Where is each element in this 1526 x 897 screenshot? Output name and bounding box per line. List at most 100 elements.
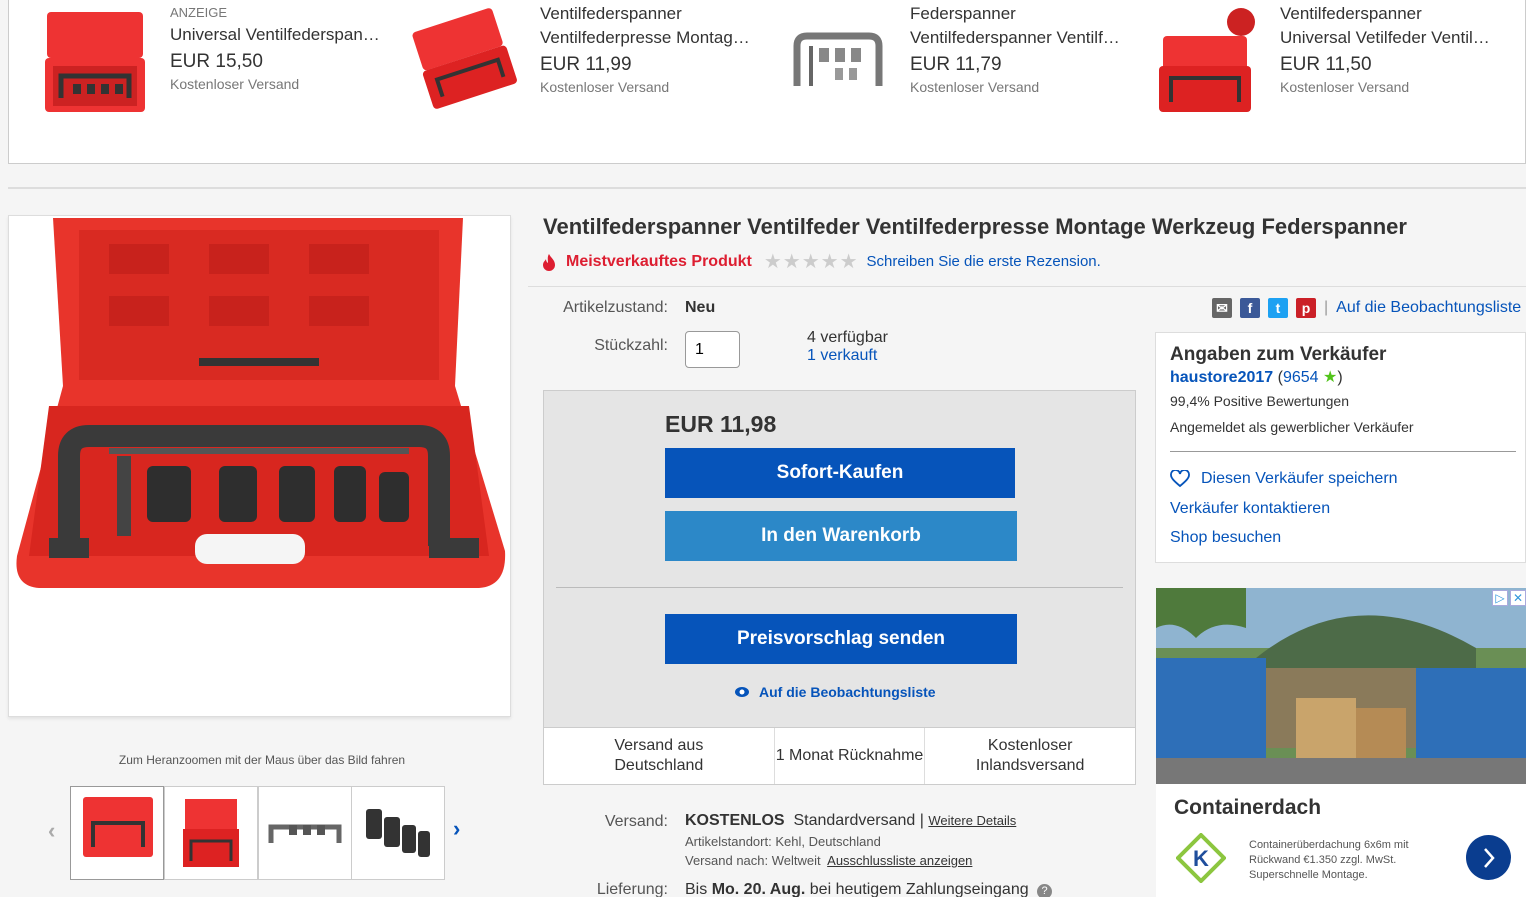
carousel-item-shipping: Kostenloser Versand (910, 79, 1040, 95)
page-title: Ventilfederspanner Ventilfeder Ventilfed… (543, 214, 1407, 239)
quantity-input[interactable] (685, 331, 740, 368)
sold-count-link[interactable]: 1 verkauft (807, 347, 888, 365)
ship-to: Versand nach: Weltweit Ausschlussliste a… (685, 853, 972, 868)
product-thumbnail-icon[interactable] (1149, 6, 1261, 118)
delivery-post: bei heutigem Zahlungseingang (809, 881, 1029, 897)
condition-label: Artikelzustand: (563, 299, 668, 316)
pinterest-icon[interactable]: p (1296, 298, 1316, 318)
contact-seller-link[interactable]: Verkäufer kontaktieren (1170, 500, 1330, 518)
adchoices-icon[interactable]: ▷ (1492, 590, 1508, 606)
zoom-hint: Zum Heranzoomen mit der Maus über das Bi… (118, 753, 406, 767)
facebook-icon[interactable]: f (1240, 298, 1260, 318)
star-icon: ★ (1323, 369, 1338, 386)
carousel-item-price: EUR 11,50 (1280, 54, 1372, 75)
availability: 4 verfügbar 1 verkauft (807, 329, 888, 365)
carousel-item-shipping: Kostenloser Versand (170, 76, 300, 92)
shipping-info: KOSTENLOS Standardversand | Weitere Deta… (685, 812, 1016, 830)
ad-next-button[interactable] (1466, 835, 1511, 880)
close-icon[interactable]: ✕ (1510, 590, 1526, 606)
seller-feedback-count[interactable]: 9654 (1283, 369, 1319, 386)
watchlist-label: Auf die Beobachtungsliste (759, 684, 936, 700)
thumbnail-image (183, 799, 239, 867)
ad-panel[interactable]: ▷ ✕ Containerdach K Containerüberdachung… (1156, 588, 1526, 897)
carousel-item-title-line1[interactable]: Federspanner (910, 2, 1130, 26)
shipping-type: Standardversand | (793, 812, 924, 829)
save-seller-button[interactable]: Diesen Verkäufer speichern (1170, 470, 1398, 488)
chevron-left-icon[interactable]: ‹ (48, 818, 55, 844)
watchlist-link[interactable]: Auf die Beobachtungsliste (1336, 299, 1521, 317)
make-offer-button[interactable]: Preisvorschlag senden (665, 614, 1017, 664)
thumbnail-image (366, 809, 430, 857)
bestseller-row: Meistverkauftes Produkt ★★★★★ Schreiben … (540, 249, 1101, 274)
delivery-info: Bis Mo. 20. Aug. bei heutigem Zahlungsei… (685, 881, 1053, 897)
section-divider (8, 187, 1526, 189)
feature-free-shipping: Kostenloser Inlandsversand (975, 737, 1085, 774)
heart-icon (1170, 470, 1190, 488)
help-icon[interactable]: ? (1037, 884, 1053, 897)
carousel-item-title[interactable]: Ventilfederpresse Montag… (540, 26, 760, 50)
ship-to-value: Weltweit (771, 853, 821, 868)
rating-stars-icon: ★★★★★ (763, 251, 859, 273)
ad-logo-icon: K (1176, 833, 1226, 883)
chevron-right-icon[interactable]: › (453, 816, 460, 842)
seller-name-link[interactable]: haustore2017 (1170, 369, 1273, 386)
write-review-link[interactable]: Schreiben Sie die erste Rezension. (867, 253, 1101, 270)
available-count: 4 verfügbar (807, 329, 888, 346)
feature-returns: 1 Monat Rücknahme (775, 728, 926, 784)
twitter-icon[interactable]: t (1268, 298, 1288, 318)
buy-now-button[interactable]: Sofort-Kaufen (665, 448, 1015, 498)
product-thumbnail-icon[interactable] (39, 6, 151, 118)
product-thumbnail-icon[interactable] (779, 6, 891, 118)
thumbnail[interactable] (70, 786, 164, 880)
carousel-item-price: EUR 15,50 (170, 51, 263, 72)
ship-to-label: Versand nach: (685, 853, 769, 868)
shipping-label: Versand: (604, 813, 668, 830)
quantity-label: Stückzahl: (594, 337, 668, 354)
shipping-details-link[interactable]: Weitere Details (928, 813, 1016, 828)
product-thumbnail-icon[interactable] (409, 6, 521, 118)
carousel-item-title[interactable]: Universal Vetilfeder Ventil… (1280, 26, 1500, 50)
thumbnail[interactable] (164, 786, 258, 880)
seller-name-row: haustore2017 (9654 ★) (1170, 369, 1343, 386)
share-separator: | (1324, 299, 1329, 316)
feature-shipping-origin: Versand aus Deutschland (544, 728, 775, 784)
main-product-image[interactable] (8, 215, 511, 717)
carousel-item-title[interactable]: Universal Ventilfederspan… (170, 23, 390, 47)
carousel-item-price: EUR 11,99 (540, 54, 632, 75)
item-location: Artikelstandort: Kehl, Deutschland (685, 834, 881, 849)
location-value: Kehl, Deutschland (775, 834, 881, 849)
email-icon[interactable]: ✉ (1212, 298, 1232, 318)
exclusion-list-link[interactable]: Ausschlussliste anzeigen (827, 853, 972, 868)
bestseller-badge: Meistverkauftes Produkt (566, 252, 752, 270)
ad-image[interactable] (1156, 588, 1526, 784)
delivery-pre: Bis (685, 881, 708, 897)
sponsored-carousel: ANZEIGE Universal Ventilfederspan… EUR 1… (8, 0, 1526, 164)
add-to-cart-button[interactable]: In den Warenkorb (665, 511, 1017, 561)
share-bar: ✉ f t p | Auf die Beobachtungsliste (1212, 298, 1521, 318)
thumbnail[interactable] (258, 786, 352, 880)
seller-positive: 99,4% Positive Bewertungen (1170, 393, 1349, 409)
buybox-features: Versand aus Deutschland 1 Monat Rücknahm… (544, 727, 1135, 784)
condition-value: Neu (685, 299, 716, 316)
carousel-item-shipping: Kostenloser Versand (540, 79, 670, 95)
delivery-date: Mo. 20. Aug. (711, 881, 806, 897)
title-divider (528, 286, 1526, 287)
visit-shop-link[interactable]: Shop besuchen (1170, 529, 1281, 547)
carousel-item-shipping: Kostenloser Versand (1280, 79, 1410, 95)
carousel-item-title-line1[interactable]: Ventilfederspanner (1280, 2, 1500, 26)
carousel-item-title-line1[interactable]: Ventilfederspanner (540, 2, 760, 26)
shipping-free: KOSTENLOS (685, 812, 785, 829)
thumbnail[interactable] (351, 786, 445, 880)
ad-title[interactable]: Containerdach (1174, 796, 1321, 820)
ad-label: ANZEIGE (170, 5, 228, 20)
carousel-item-title[interactable]: Ventilfederspanner Ventilf… (910, 26, 1130, 50)
seller-type: Angemeldet als gewerblicher Verkäufer (1170, 419, 1414, 435)
price: EUR 11,98 (665, 411, 777, 437)
chevron-right-icon (1483, 847, 1495, 868)
watchlist-button[interactable]: Auf die Beobachtungsliste (734, 684, 936, 700)
seller-info-panel: Angaben zum Verkäufer haustore2017 (9654… (1155, 332, 1526, 563)
eye-icon (735, 687, 749, 697)
buy-box: EUR 11,98 Sofort-Kaufen In den Warenkorb… (543, 390, 1136, 785)
buybox-divider (556, 587, 1123, 588)
seller-divider (1170, 451, 1516, 452)
